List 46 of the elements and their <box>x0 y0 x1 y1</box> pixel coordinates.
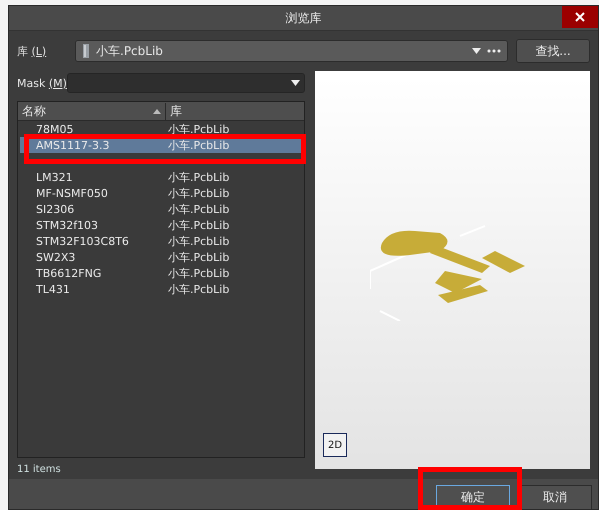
list-row[interactable]: STM32F103C8T6 小车.PcbLib <box>20 233 302 249</box>
more-icon[interactable] <box>487 49 501 53</box>
library-icon <box>82 44 90 58</box>
table-cell-text: LM321 <box>35 170 74 184</box>
table-cell-text: 78M05 <box>35 122 74 136</box>
table-cell-text: SW2X3 <box>35 250 76 264</box>
sort-icon[interactable] <box>153 108 161 114</box>
list-row[interactable]: 78M05 小车.PcbLib <box>20 121 302 137</box>
table-cell-text: TL431 <box>35 282 71 296</box>
table-cell-text: STM32F103C8T6 <box>35 234 130 248</box>
table-cell-text: 小车.PcbLib <box>167 186 230 200</box>
table-cell-text: 小车.PcbLib <box>167 266 230 280</box>
table-cell-text: 小车.PcbLib <box>167 234 230 248</box>
2d-view-button[interactable]: 2D <box>323 433 347 457</box>
list-row[interactable]: LM321 小车.PcbLib <box>20 169 302 185</box>
column-header[interactable]: 库 <box>166 102 182 120</box>
table-cell-text: MF-NSMF050 <box>35 186 109 200</box>
list-row[interactable]: SI2306 小车.PcbLib <box>20 201 302 217</box>
search-button[interactable]: 查找... <box>516 39 590 63</box>
table-cell-text: AMS1117-3.3 <box>35 138 110 152</box>
list-row[interactable]: TL431 小车.PcbLib <box>20 281 302 297</box>
list-row[interactable]: SW2X3 小车.PcbLib <box>20 249 302 265</box>
column-header[interactable]: 名称 <box>22 102 46 120</box>
dropdown-arrow-icon <box>291 80 300 86</box>
window-title: 浏览库 <box>286 10 322 26</box>
close-button[interactable] <box>562 6 598 28</box>
library-dropdown[interactable]: 小车.PcbLib <box>75 40 508 62</box>
table-cell-text: SI2306 <box>35 202 76 216</box>
list-row[interactable]: STM32f103 小车.PcbLib <box>20 217 302 233</box>
table-cell-text: 小车.PcbLib <box>167 122 230 136</box>
table-cell-text: 小车.PcbLib <box>167 170 230 184</box>
mask-label: Mask (M) <box>17 76 67 90</box>
list-row[interactable]: TB6612FNG 小车.PcbLib <box>20 265 302 281</box>
dropdown-arrow-icon <box>472 48 481 54</box>
item-count: 11 items <box>17 464 62 475</box>
table-cell-text: 小车.PcbLib <box>167 218 230 232</box>
table-cell-text: 小车.PcbLib <box>167 138 230 152</box>
table-cell-text: 小车.PcbLib <box>167 282 230 296</box>
list-row[interactable]: MF-NSMF050 小车.PcbLib <box>20 185 302 201</box>
close-icon <box>575 12 585 22</box>
table-cell-text: TB6612FNG <box>35 266 102 280</box>
library-value: 小车.PcbLib <box>96 42 164 60</box>
table-cell-text: STM32f103 <box>35 218 100 232</box>
table-cell-text: 小车.PcbLib <box>167 250 230 264</box>
library-label: 库 (L) <box>17 44 48 58</box>
table-cell-text: 小车.PcbLib <box>167 202 230 216</box>
